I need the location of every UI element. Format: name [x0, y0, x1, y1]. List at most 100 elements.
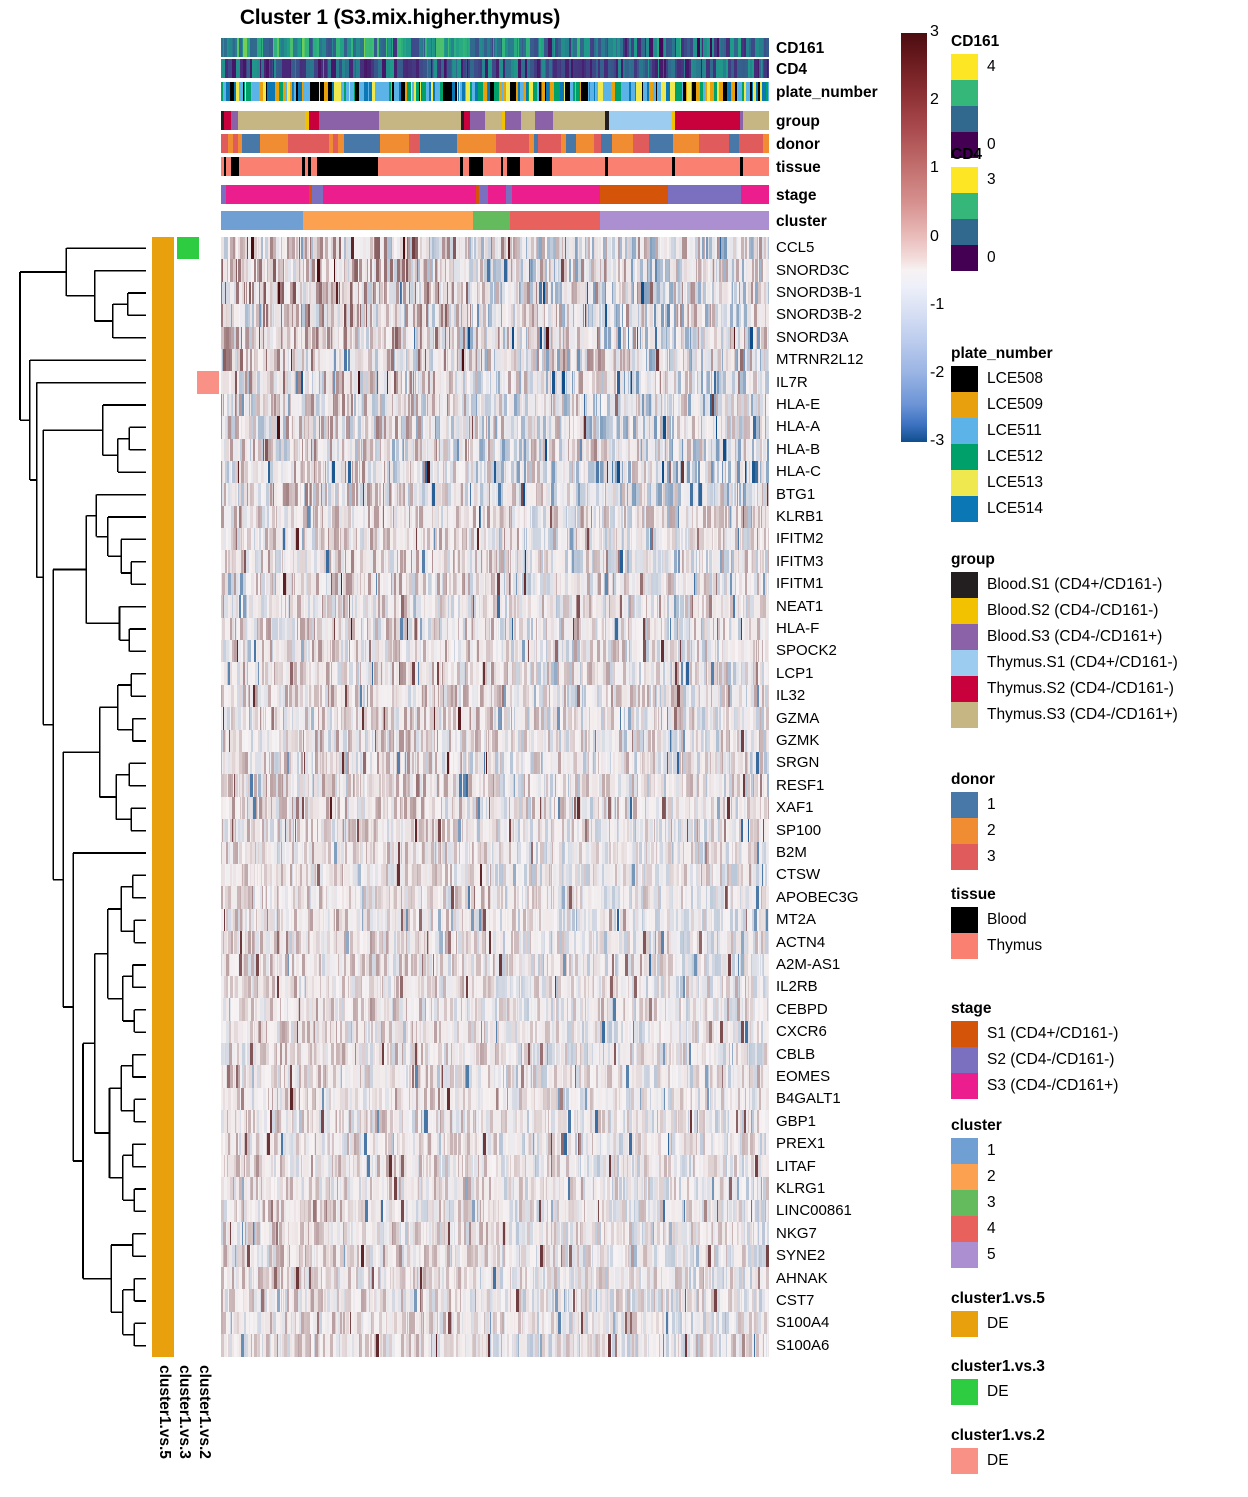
annotation-segment — [483, 157, 501, 176]
annotation-segment — [729, 134, 740, 153]
annotation-segment — [557, 185, 600, 204]
annotation-segment — [260, 134, 288, 153]
heatmap-row — [221, 483, 769, 506]
annotation-segment — [378, 157, 461, 176]
annotation-segment — [762, 134, 769, 153]
annotation-segment — [551, 157, 605, 176]
annotation-segment — [463, 111, 471, 130]
annotation-segment — [231, 111, 238, 130]
annotation-segment — [519, 157, 535, 176]
annotation-segment — [317, 157, 379, 176]
annotation-segment — [611, 134, 633, 153]
column-annotation-cd4 — [221, 59, 769, 78]
heatmap-row — [221, 259, 769, 282]
annotation-segment — [600, 134, 612, 153]
annotation-segment — [242, 134, 261, 153]
heatmap-cell — [768, 259, 769, 282]
annotation-segment — [473, 211, 511, 230]
heatmap-cell — [768, 393, 769, 417]
heatmap-row — [221, 281, 769, 305]
annotation-segment — [379, 134, 409, 153]
annotation-segment — [538, 134, 562, 153]
annotation-segment — [698, 134, 730, 153]
heatmap-cell — [768, 281, 769, 305]
annotation-segment — [529, 211, 563, 230]
annotation-segment — [484, 111, 502, 130]
annotation-segment — [456, 134, 496, 153]
annotation-segment — [742, 111, 769, 130]
annotation-segment — [768, 59, 769, 78]
annotation-segment — [507, 157, 520, 176]
heatmap-cell — [766, 460, 769, 484]
annotation-segment — [675, 157, 741, 176]
column-annotation-tissue — [221, 157, 769, 176]
heatmap-row — [221, 416, 769, 439]
annotation-segment — [521, 185, 558, 204]
annotation-segment — [648, 134, 674, 153]
heatmap-row — [221, 237, 769, 260]
column-annotation-group — [221, 111, 769, 130]
annotation-segment — [520, 111, 536, 130]
annotation-segment — [552, 111, 606, 130]
annotation-segment — [323, 185, 477, 204]
heatmap-figure: Cluster 1 (S3.mix.higher.thymus) CCL5 SNO… — [0, 0, 1248, 1497]
annotation-segment — [230, 157, 239, 176]
heatmap-cell — [766, 416, 769, 439]
heatmap-row — [221, 326, 769, 349]
page-title: Cluster 1 (S3.mix.higher.thymus) — [239, 6, 561, 29]
heatmap-row — [221, 460, 769, 484]
annotation-segment — [504, 111, 521, 130]
annotation-segment — [632, 134, 649, 153]
heatmap-cell — [768, 348, 769, 372]
annotation-segment — [593, 134, 601, 153]
annotation-segment — [576, 134, 594, 153]
annotation-segment — [510, 211, 530, 230]
heatmap-cell — [766, 505, 769, 529]
annotation-segment — [318, 111, 380, 130]
heatmap-cell — [768, 326, 769, 349]
annotation-segment — [742, 157, 769, 176]
annotation-segment — [675, 111, 741, 130]
annotation-segment — [667, 185, 742, 204]
column-annotation-cluster — [221, 211, 769, 230]
heatmap-row — [221, 572, 769, 596]
annotation-segment — [562, 211, 600, 230]
column-annotation-cd161 — [221, 38, 769, 57]
annotation-segment — [379, 111, 461, 130]
heatmap-row — [221, 348, 769, 372]
annotation-segment — [609, 111, 673, 130]
annotation-segment — [599, 211, 769, 230]
annotation-segment — [766, 38, 769, 57]
annotation-segment — [470, 111, 485, 130]
annotation-segment — [226, 185, 309, 204]
annotation-segment — [599, 185, 668, 204]
annotation-segment — [287, 134, 330, 153]
annotation-segment — [420, 134, 457, 153]
annotation-segment — [311, 185, 324, 204]
annotation-segment — [408, 134, 421, 153]
heatmap-row — [221, 438, 769, 461]
annotation-segment — [608, 157, 672, 176]
heatmap-row — [221, 505, 769, 529]
annotation-segment — [303, 211, 474, 230]
annotation-segment — [535, 111, 553, 130]
heatmap-cell — [768, 528, 769, 551]
heatmap-row — [221, 528, 769, 551]
annotation-segment — [495, 134, 530, 153]
annotation-segment — [768, 82, 769, 101]
heatmap-cell — [768, 237, 769, 260]
annotation-segment — [344, 134, 380, 153]
heatmap-row — [221, 371, 769, 394]
annotation-segment — [741, 185, 769, 204]
heatmap-row — [221, 550, 769, 573]
heatmap-cell — [768, 483, 769, 506]
annotation-segment — [221, 134, 229, 153]
annotation-segment — [739, 134, 763, 153]
annotation-segment — [673, 134, 699, 153]
heatmap-body — [221, 237, 769, 1357]
heatmap-row — [221, 304, 769, 327]
annotation-segment — [238, 157, 303, 176]
annotation-segment — [488, 185, 506, 204]
heatmap-cell — [767, 371, 769, 394]
column-annotation-donor — [221, 134, 769, 153]
